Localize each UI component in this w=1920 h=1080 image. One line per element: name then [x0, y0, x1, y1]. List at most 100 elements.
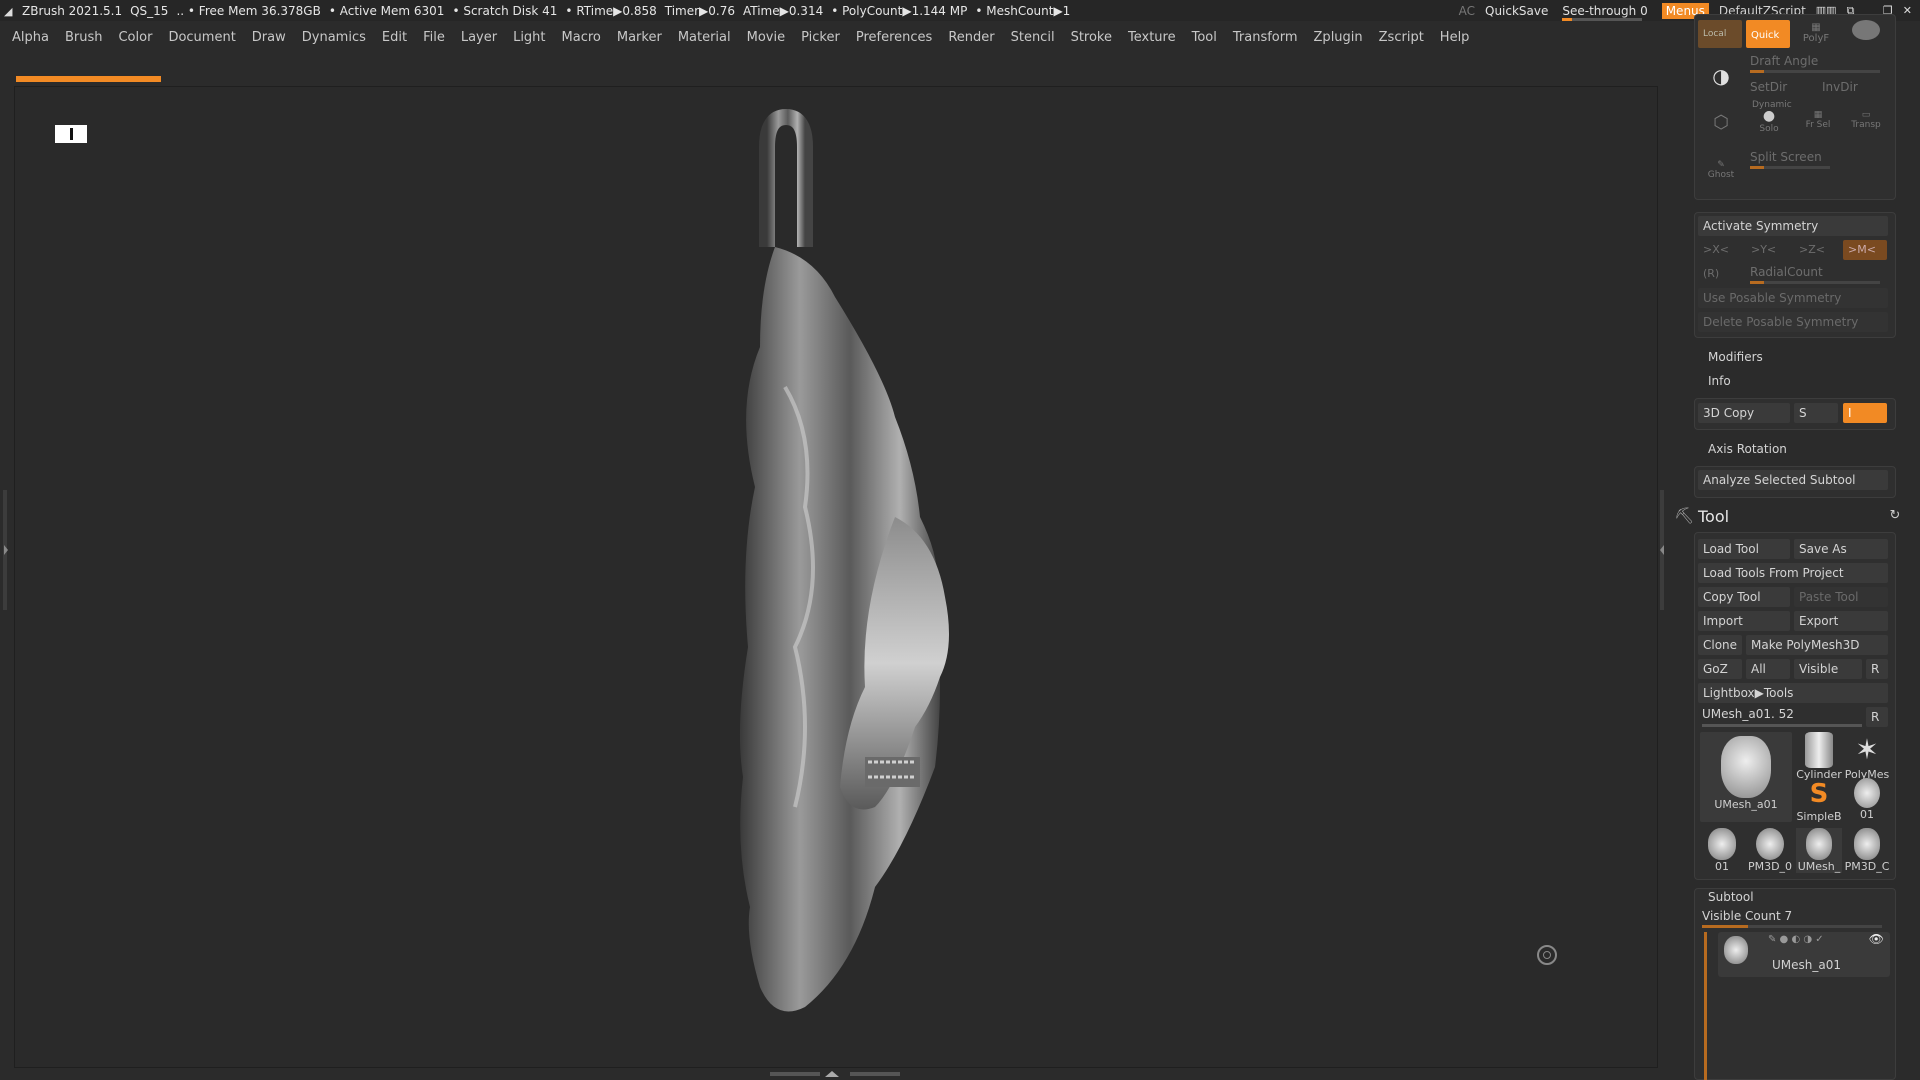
menu-zplugin[interactable]: Zplugin	[1314, 30, 1363, 45]
menu-marker[interactable]: Marker	[617, 30, 662, 45]
menu-stroke[interactable]: Stroke	[1071, 30, 1112, 45]
tool-thumb-umesh[interactable]: UMesh_a01	[1700, 732, 1792, 822]
menu-macro[interactable]: Macro	[562, 30, 601, 45]
contrast-icon[interactable]: ◑	[1706, 64, 1736, 88]
local-button[interactable]: Local	[1698, 20, 1742, 48]
navigation-gizmo-icon[interactable]	[1537, 945, 1557, 965]
menu-file[interactable]: File	[423, 30, 445, 45]
split-screen-slider[interactable]	[1750, 166, 1830, 169]
axis-rotation-header[interactable]: Axis Rotation	[1708, 442, 1787, 456]
menu-alpha[interactable]: Alpha	[12, 30, 49, 45]
goz-r-button[interactable]: R	[1866, 659, 1888, 679]
subtool-thumbnail-icon	[1724, 936, 1748, 964]
menu-texture[interactable]: Texture	[1128, 30, 1176, 45]
tool-thumb-row3-1[interactable]: 01	[1700, 828, 1744, 873]
menu-color[interactable]: Color	[118, 30, 152, 45]
split-screen-label[interactable]: Split Screen	[1750, 150, 1822, 164]
current-tool-slider-label[interactable]: UMesh_a01. 52	[1702, 707, 1794, 721]
refresh-icon[interactable]: ↻	[1888, 508, 1902, 523]
cube-icon[interactable]: ⬡	[1706, 112, 1736, 133]
info-header[interactable]: Info	[1708, 374, 1731, 388]
menu-document[interactable]: Document	[168, 30, 235, 45]
menu-transform[interactable]: Transform	[1233, 30, 1298, 45]
tool-thumb-polymesh[interactable]: ✶ PolyMes	[1844, 732, 1890, 781]
menu-preferences[interactable]: Preferences	[856, 30, 932, 45]
menu-light[interactable]: Light	[513, 30, 545, 45]
load-tool-button[interactable]: Load Tool	[1698, 539, 1790, 559]
frsel-button[interactable]: ▦ Fr Sel	[1798, 110, 1838, 130]
symmetry-y-button[interactable]: >Y<	[1751, 243, 1776, 256]
export-button[interactable]: Export	[1794, 611, 1888, 631]
radial-r-button[interactable]: (R)	[1703, 267, 1719, 280]
menu-movie[interactable]: Movie	[747, 30, 785, 45]
subtool-item[interactable]: ✎ ● ◐ ◑ ✓ 👁 UMesh_a01	[1718, 932, 1890, 977]
subtool-header[interactable]: Subtool	[1708, 890, 1754, 904]
menu-help[interactable]: Help	[1440, 30, 1470, 45]
symmetry-x-button[interactable]: >X<	[1703, 243, 1729, 256]
eye-icon[interactable]: 👁	[1869, 932, 1884, 946]
invdir-button[interactable]: InvDir	[1822, 80, 1858, 94]
menu-tool[interactable]: Tool	[1192, 30, 1217, 45]
transp-button[interactable]: ▭ Transp	[1846, 110, 1886, 130]
copy3d-i-button[interactable]: I	[1843, 403, 1887, 423]
lightbox-tools-button[interactable]: Lightbox▶Tools	[1698, 683, 1888, 703]
see-through-slider[interactable]: See-through 0	[1558, 4, 1651, 21]
clone-button[interactable]: Clone	[1698, 635, 1742, 655]
menu-brush[interactable]: Brush	[65, 30, 103, 45]
import-button[interactable]: Import	[1698, 611, 1790, 631]
quicksave-button[interactable]: QuickSave	[1485, 4, 1548, 18]
activate-symmetry-button[interactable]: Activate Symmetry	[1698, 216, 1888, 236]
save-as-button[interactable]: Save As	[1794, 539, 1888, 559]
menu-picker[interactable]: Picker	[801, 30, 840, 45]
menu-zscript[interactable]: Zscript	[1379, 30, 1424, 45]
tool-thumb-row3-4[interactable]: PM3D_C	[1844, 828, 1890, 873]
make-polymesh3d-button[interactable]: Make PolyMesh3D	[1746, 635, 1888, 655]
modifiers-header[interactable]: Modifiers	[1708, 350, 1763, 364]
menu-material[interactable]: Material	[678, 30, 731, 45]
symmetry-m-button[interactable]: >M<	[1843, 240, 1887, 260]
setdir-button[interactable]: SetDir	[1750, 80, 1787, 94]
menu-draw[interactable]: Draw	[252, 30, 286, 45]
tool-palette-title[interactable]: Tool	[1698, 507, 1729, 526]
visible-count-slider[interactable]	[1702, 925, 1882, 928]
dynamic-solo-button[interactable]: Dynamic ● Solo	[1752, 100, 1792, 135]
bottom-tray-handle-icon[interactable]	[770, 1070, 900, 1078]
current-tool-slider[interactable]	[1702, 724, 1862, 727]
menu-edit[interactable]: Edit	[382, 30, 407, 45]
goz-visible-button[interactable]: Visible	[1794, 659, 1862, 679]
copy3d-s-button[interactable]: S	[1794, 403, 1838, 423]
ghost-button[interactable]: ✎ Ghost	[1706, 160, 1736, 180]
right-tray-handle-icon[interactable]	[1658, 490, 1666, 610]
tool-thumb-01a[interactable]: 01	[1844, 778, 1890, 821]
draft-angle-slider[interactable]	[1750, 70, 1880, 73]
radial-count-slider[interactable]	[1750, 281, 1880, 284]
goz-button[interactable]: GoZ	[1698, 659, 1742, 679]
paste-tool-button[interactable]: Paste Tool	[1794, 587, 1888, 607]
use-posable-symmetry-button[interactable]: Use Posable Symmetry	[1698, 288, 1888, 308]
current-tool-r-button[interactable]: R	[1866, 707, 1888, 727]
menu-render[interactable]: Render	[948, 30, 994, 45]
subtool-toggles[interactable]: ✎ ● ◐ ◑ ✓	[1768, 934, 1824, 945]
menu-dynamics[interactable]: Dynamics	[302, 30, 366, 45]
close-icon[interactable]: ✕	[1903, 4, 1912, 17]
polyf-button[interactable]: ▦ PolyF	[1794, 22, 1838, 44]
menu-layer[interactable]: Layer	[461, 30, 497, 45]
subtool-scrollbar[interactable]	[1704, 932, 1707, 1080]
tool-thumb-cylinder[interactable]: Cylinder	[1796, 732, 1842, 781]
tool-thumb-simpleb[interactable]: S SimpleB	[1796, 778, 1842, 823]
left-tray-handle-icon[interactable]	[3, 490, 9, 610]
analyze-subtool-button[interactable]: Analyze Selected Subtool	[1698, 470, 1888, 490]
visible-count-label[interactable]: Visible Count 7	[1702, 909, 1792, 923]
quick-button[interactable]: Quick	[1746, 20, 1790, 48]
copy-tool-button[interactable]: Copy Tool	[1698, 587, 1790, 607]
load-tools-from-project-button[interactable]: Load Tools From Project	[1698, 563, 1888, 583]
menu-stencil[interactable]: Stencil	[1011, 30, 1055, 45]
symmetry-z-button[interactable]: >Z<	[1799, 243, 1825, 256]
canvas-viewport[interactable]	[14, 86, 1658, 1068]
delete-posable-symmetry-button[interactable]: Delete Posable Symmetry	[1698, 312, 1888, 332]
tool-thumb-row3-3[interactable]: UMesh_	[1796, 828, 1842, 873]
goz-all-button[interactable]: All	[1746, 659, 1790, 679]
copy3d-button[interactable]: 3D Copy	[1698, 403, 1790, 423]
ac-button[interactable]: AC	[1459, 4, 1475, 18]
tool-thumb-row3-2[interactable]: PM3D_0	[1746, 828, 1794, 873]
